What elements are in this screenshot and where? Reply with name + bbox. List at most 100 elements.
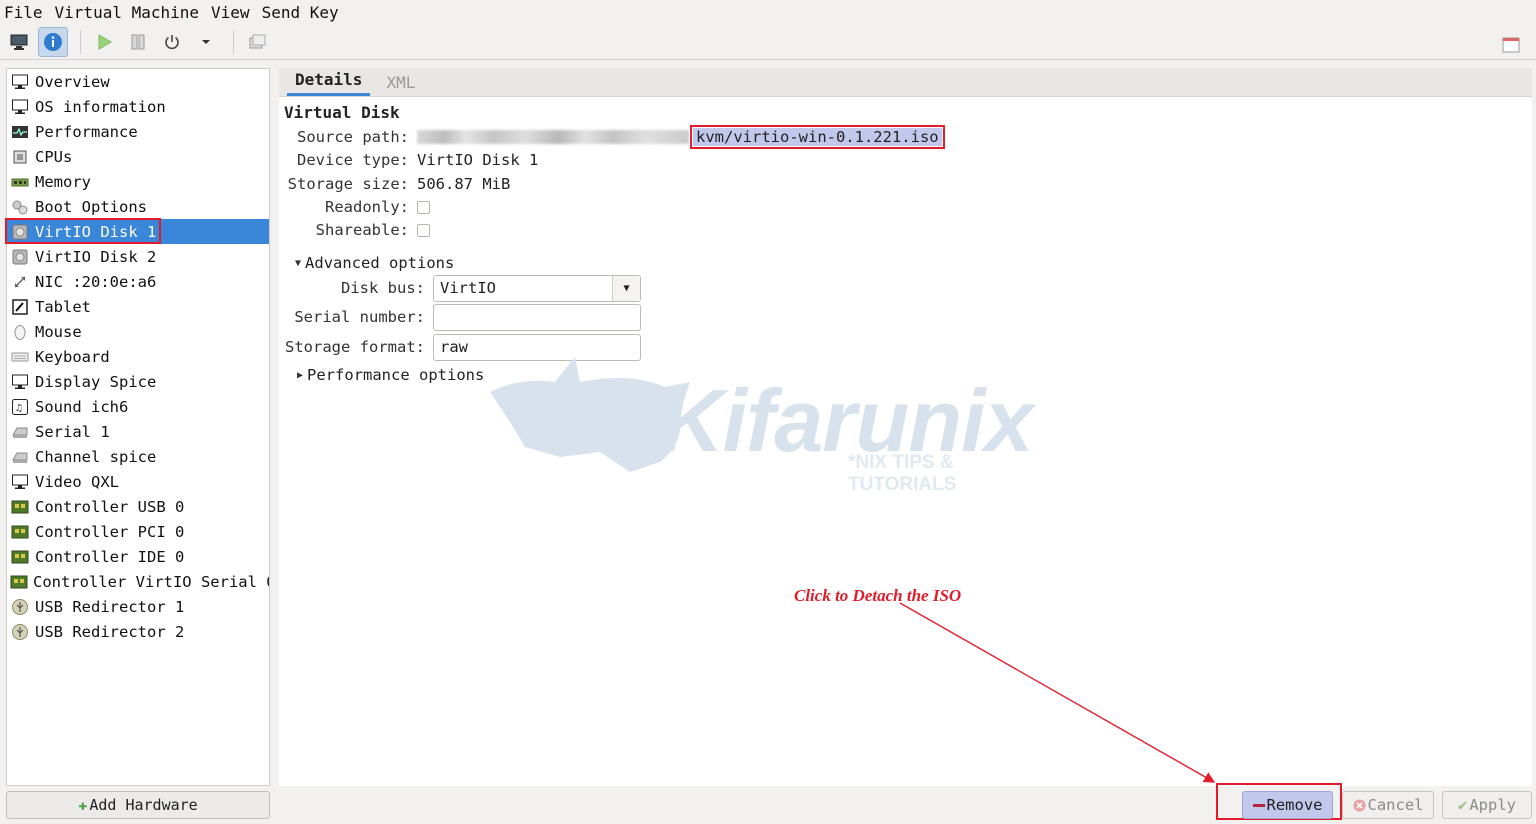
menu-send-key[interactable]: Send Key xyxy=(262,3,345,22)
pause-button[interactable] xyxy=(123,27,153,57)
sidebar-item-controller-usb-0[interactable]: Controller USB 0 xyxy=(7,494,269,519)
sidebar-item-memory[interactable]: Memory xyxy=(7,169,269,194)
keyboard-icon xyxy=(10,347,30,367)
snapshots-button[interactable] xyxy=(242,27,272,57)
performance-options-expander[interactable]: ▶ Performance options xyxy=(297,366,484,384)
serial-number-row: Serial number: xyxy=(279,303,641,331)
sidebar-item-label: OS information xyxy=(35,97,166,116)
collapsed-arrow-icon: ▶ xyxy=(297,369,304,381)
sidebar-item-controller-ide-0[interactable]: Controller IDE 0 xyxy=(7,544,269,569)
sidebar-item-nic-20-0e-a6[interactable]: NIC :20:0e:a6 xyxy=(7,269,269,294)
dropdown-arrow-icon xyxy=(202,39,210,44)
sidebar-item-label: Video QXL xyxy=(35,472,119,491)
sidebar-item-label: Tablet xyxy=(35,297,91,316)
gears-icon xyxy=(10,197,30,217)
controller-icon xyxy=(10,547,30,567)
shareable-row: Shareable: xyxy=(279,219,430,241)
sidebar-item-cpus[interactable]: CPUs xyxy=(7,144,269,169)
advanced-options-expander[interactable]: ▼ Advanced options xyxy=(295,254,454,272)
monitor-icon xyxy=(10,472,30,492)
sidebar-item-controller-virtio-serial-0[interactable]: Controller VirtIO Serial 0 xyxy=(7,569,269,594)
disk-bus-select[interactable]: VirtIO ▼ xyxy=(433,274,641,302)
shutdown-button[interactable] xyxy=(157,27,187,57)
details-view-button[interactable] xyxy=(38,26,68,57)
sidebar-item-label: Controller IDE 0 xyxy=(35,547,185,566)
sidebar-item-label: Memory xyxy=(35,172,91,191)
shareable-label: Shareable: xyxy=(315,221,409,239)
sidebar-item-label: Keyboard xyxy=(35,347,110,366)
details-panel: Details XML Virtual Disk Source path: kv… xyxy=(279,68,1532,786)
sidebar-item-label: Overview xyxy=(35,72,110,91)
sidebar-item-label: USB Redirector 1 xyxy=(35,597,185,616)
cpu-icon xyxy=(10,147,30,167)
sidebar-item-label: Display Spice xyxy=(35,372,157,391)
controller-icon xyxy=(10,572,28,592)
fullscreen-icon xyxy=(1502,37,1520,53)
tab-details[interactable]: Details xyxy=(287,70,371,96)
storage-format-input[interactable]: raw xyxy=(433,333,641,361)
sidebar-item-performance[interactable]: Performance xyxy=(7,119,269,144)
storage-format-label: Storage format: xyxy=(285,338,425,356)
readonly-checkbox[interactable] xyxy=(417,200,430,214)
controller-icon xyxy=(10,497,30,517)
sidebar-item-boot-options[interactable]: Boot Options xyxy=(7,194,269,219)
fullscreen-button[interactable] xyxy=(1496,30,1526,60)
device-type-label: Device type: xyxy=(297,151,409,169)
source-path-row: Source path: kvm/virtio-win-0.1.221.iso xyxy=(279,125,945,149)
sidebar-item-mouse[interactable]: Mouse xyxy=(7,319,269,344)
run-button[interactable] xyxy=(89,27,119,57)
sidebar-item-virtio-disk-2[interactable]: VirtIO Disk 2 xyxy=(7,244,269,269)
shutdown-menu-button[interactable] xyxy=(191,27,221,57)
sidebar-item-keyboard[interactable]: Keyboard xyxy=(7,344,269,369)
performance-icon xyxy=(10,122,30,142)
sidebar-item-os-information[interactable]: OS information xyxy=(7,94,269,119)
cancel-button[interactable]: Cancel xyxy=(1342,791,1434,819)
sidebar-item-label: Sound ich6 xyxy=(35,397,129,416)
sidebar-item-channel-spice[interactable]: Channel spice xyxy=(7,444,269,469)
annotation-text: Click to Detach the ISO xyxy=(794,586,962,605)
sidebar-item-overview[interactable]: Overview xyxy=(7,69,269,94)
source-path-value[interactable]: kvm/virtio-win-0.1.221.iso xyxy=(690,125,945,149)
sidebar-item-controller-pci-0[interactable]: Controller PCI 0 xyxy=(7,519,269,544)
sidebar-item-label: Mouse xyxy=(35,322,82,341)
sound-icon: ♫ xyxy=(10,397,30,417)
usb-icon xyxy=(10,597,30,617)
sidebar-item-virtio-disk-1[interactable]: VirtIO Disk 1 xyxy=(7,219,269,244)
sidebar-item-usb-redirector-1[interactable]: USB Redirector 1 xyxy=(7,594,269,619)
menu-view[interactable]: View xyxy=(211,3,256,22)
menu-virtual-machine[interactable]: Virtual Machine xyxy=(55,3,206,22)
memory-icon xyxy=(10,172,30,192)
svg-text:♫: ♫ xyxy=(16,403,22,414)
sidebar-item-serial-1[interactable]: Serial 1 xyxy=(7,419,269,444)
sidebar-item-tablet[interactable]: Tablet xyxy=(7,294,269,319)
menu-bar: File Virtual Machine View Send Key xyxy=(0,0,1536,24)
storage-size-row: Storage size: 506.87 MiB xyxy=(279,173,511,195)
monitor-icon xyxy=(10,372,30,392)
shareable-checkbox[interactable] xyxy=(417,223,430,237)
apply-button[interactable]: ✔ Apply xyxy=(1442,791,1532,819)
device-type-row: Device type: VirtIO Disk 1 xyxy=(279,149,538,171)
disk-icon xyxy=(10,222,30,242)
monitor-icon xyxy=(10,34,28,50)
menu-file[interactable]: File xyxy=(4,3,49,22)
controller-icon xyxy=(10,522,30,542)
chevron-down-icon: ▼ xyxy=(612,275,640,301)
readonly-row: Readonly: xyxy=(279,196,430,218)
sidebar-item-video-qxl[interactable]: Video QXL xyxy=(7,469,269,494)
expanded-arrow-icon: ▼ xyxy=(295,257,302,269)
toolbar-separator xyxy=(233,29,234,54)
remove-button[interactable]: Remove xyxy=(1242,791,1333,819)
cancel-icon xyxy=(1353,799,1365,811)
minus-icon xyxy=(1252,803,1265,807)
sidebar-item-sound-ich6[interactable]: ♫ Sound ich6 xyxy=(7,394,269,419)
sidebar-item-label: Controller PCI 0 xyxy=(35,522,185,541)
console-view-button[interactable] xyxy=(4,27,34,57)
sidebar-item-usb-redirector-2[interactable]: USB Redirector 2 xyxy=(7,619,269,644)
tab-xml[interactable]: XML xyxy=(378,73,423,96)
pause-icon xyxy=(131,34,145,49)
add-hardware-button[interactable]: ✚ Add Hardware xyxy=(6,791,270,819)
sidebar-item-display-spice[interactable]: Display Spice xyxy=(7,369,269,394)
sidebar-item-label: Controller VirtIO Serial 0 xyxy=(33,572,270,591)
serial-number-input[interactable] xyxy=(433,303,641,331)
sidebar-item-label: CPUs xyxy=(35,147,73,166)
